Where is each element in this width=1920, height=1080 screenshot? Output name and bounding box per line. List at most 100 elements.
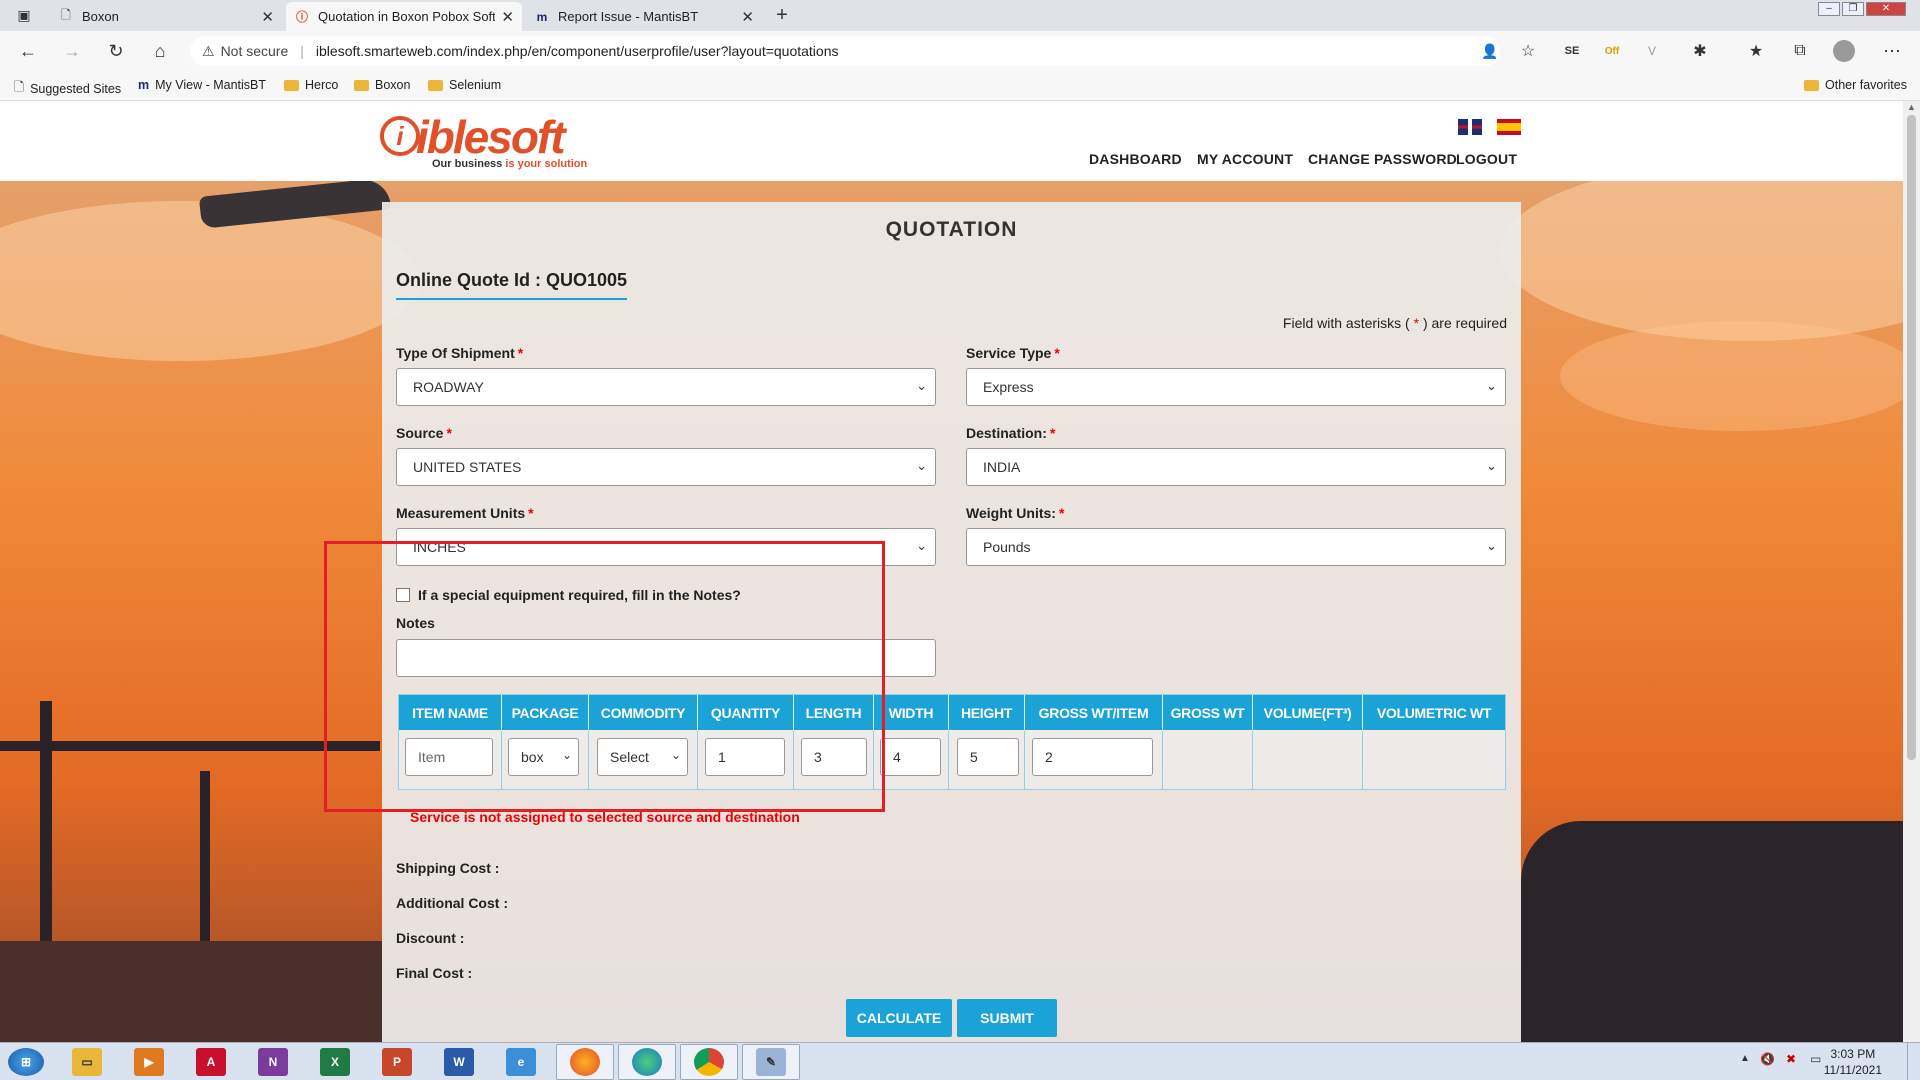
final-cost-label: Final Cost :: [396, 965, 473, 981]
media-player-icon[interactable]: ▶: [134, 1048, 164, 1076]
address-field[interactable]: ⚠ Not secure | iblesoft.smarteweb.com/in…: [190, 36, 1500, 66]
home-icon[interactable]: ⌂: [148, 39, 172, 63]
folder-icon: [284, 79, 299, 91]
page-viewport: i iblesoft Our business is your solution…: [0, 101, 1903, 1042]
minimize-window-button[interactable]: –: [1818, 2, 1840, 16]
bookmark-selenium[interactable]: Selenium: [428, 78, 501, 92]
source-select[interactable]: UNITED STATES ⌄: [396, 448, 936, 486]
extension-off-icon[interactable]: Off: [1600, 39, 1624, 63]
paint-icon[interactable]: ✎: [756, 1048, 786, 1076]
notes-input[interactable]: [396, 639, 936, 677]
uk-flag-icon[interactable]: [1458, 119, 1482, 135]
close-icon[interactable]: ✕: [261, 8, 274, 26]
menu-logout[interactable]: LOGOUT: [1456, 151, 1517, 167]
excel-icon[interactable]: X: [320, 1048, 350, 1076]
forward-arrow-icon[interactable]: →: [60, 39, 84, 63]
scrollbar-thumb[interactable]: [1907, 115, 1916, 760]
service-type-select[interactable]: Express ⌄: [966, 368, 1506, 406]
menu-my-account[interactable]: MY ACCOUNT: [1197, 151, 1293, 167]
monitor-icon[interactable]: ▭: [1810, 1052, 1821, 1066]
height-input[interactable]: 5: [957, 738, 1019, 776]
close-window-button[interactable]: ✕: [1866, 2, 1906, 16]
bookmark-suggested-sites[interactable]: 🗋 Suggested Sites: [14, 78, 121, 99]
quantity-input[interactable]: 1: [705, 738, 785, 776]
network-icon[interactable]: ✖: [1786, 1052, 1796, 1066]
tab-mantis[interactable]: m Report Issue - MantisBT ✕: [526, 2, 762, 31]
cell-item-name: Item: [399, 730, 502, 789]
folder-icon: [1804, 79, 1819, 91]
submit-button[interactable]: SUBMIT: [957, 999, 1057, 1037]
extensions-puzzle-icon[interactable]: ✱: [1688, 39, 1712, 63]
commodity-select[interactable]: Select ⌄: [597, 738, 688, 776]
cell-volume: [1253, 730, 1363, 789]
chrome-icon[interactable]: [694, 1048, 724, 1076]
weight-units-select[interactable]: Pounds ⌄: [966, 528, 1506, 566]
cell-length: 3: [794, 730, 874, 789]
powerpoint-icon[interactable]: P: [382, 1048, 412, 1076]
favorites-icon[interactable]: ★: [1744, 39, 1768, 63]
system-clock[interactable]: 3:03 PM 11/11/2021: [1824, 1046, 1882, 1078]
bookmark-other-favorites[interactable]: Other favorites: [1804, 78, 1907, 92]
package-select[interactable]: box ⌄: [508, 738, 579, 776]
close-icon[interactable]: ✕: [741, 8, 754, 26]
add-favorite-icon[interactable]: ☆: [1516, 39, 1540, 63]
close-icon[interactable]: ✕: [501, 8, 514, 26]
required-note: Field with asterisks ( * ) are required: [1282, 315, 1507, 331]
iblesoft-logo[interactable]: i iblesoft Our business is your solution: [380, 111, 590, 172]
chevron-down-icon: ⌄: [916, 458, 927, 473]
item-name-input[interactable]: Item: [405, 738, 493, 776]
internet-explorer-icon[interactable]: e: [506, 1048, 536, 1076]
back-arrow-icon[interactable]: ←: [16, 39, 40, 63]
chevron-down-icon: ⌄: [1486, 538, 1497, 553]
extension-se-icon[interactable]: SE: [1560, 39, 1584, 63]
quotation-form: QUOTATION Online Quote Id : QUO1005 Fiel…: [382, 202, 1521, 1042]
tab-actions-icon[interactable]: ▣: [12, 3, 36, 27]
show-desktop-button[interactable]: [1907, 1043, 1920, 1080]
bookmark-herco[interactable]: Herco: [284, 78, 338, 92]
refresh-icon[interactable]: ↻: [104, 39, 128, 63]
cell-package: box ⌄: [502, 730, 589, 789]
special-equipment-checkbox[interactable]: [396, 588, 410, 602]
word-icon[interactable]: W: [444, 1048, 474, 1076]
error-message: Service is not assigned to selected sour…: [410, 809, 800, 825]
start-button-icon[interactable]: ⊞: [8, 1048, 44, 1076]
extension-v-icon[interactable]: V: [1640, 39, 1664, 63]
onenote-icon[interactable]: N: [258, 1048, 288, 1076]
tray-chevron-icon[interactable]: ▲: [1740, 1053, 1750, 1064]
bookmark-boxon[interactable]: Boxon: [354, 78, 410, 92]
measurement-units-select[interactable]: INCHES ⌄: [396, 528, 936, 566]
menu-change-password[interactable]: CHANGE PASSWORD: [1308, 151, 1457, 167]
menu-dashboard[interactable]: DASHBOARD: [1089, 151, 1182, 167]
address-toolbar: ← → ↻ ⌂ ⚠ Not secure | iblesoft.smartewe…: [0, 31, 1920, 71]
header-width: WIDTH: [874, 695, 949, 730]
collections-icon[interactable]: ⧉: [1788, 39, 1812, 63]
source-label: Source *: [396, 425, 452, 441]
gross-wt-item-input[interactable]: 2: [1032, 738, 1153, 776]
width-input[interactable]: 4: [880, 738, 941, 776]
calculate-button[interactable]: CALCULATE: [846, 999, 952, 1037]
header-volumetric-wt: VOLUMETRIC WT: [1363, 695, 1505, 730]
profile-icon[interactable]: 👤: [1478, 39, 1502, 63]
volume-muted-icon[interactable]: 🔇: [1760, 1052, 1775, 1066]
restore-window-button[interactable]: ❐: [1842, 2, 1864, 16]
length-input[interactable]: 3: [801, 738, 867, 776]
measurement-units-label: Measurement Units *: [396, 505, 534, 521]
avatar[interactable]: [1832, 39, 1856, 63]
header-height: HEIGHT: [949, 695, 1025, 730]
mantis-icon: m: [138, 78, 150, 92]
edge-icon[interactable]: [632, 1048, 662, 1076]
scroll-up-icon[interactable]: ▲: [1907, 102, 1916, 112]
new-tab-plus-icon[interactable]: +: [770, 3, 794, 27]
spain-flag-icon[interactable]: [1497, 119, 1521, 135]
file-explorer-icon[interactable]: ▭: [72, 1048, 102, 1076]
quote-id: Online Quote Id : QUO1005: [396, 270, 628, 300]
shipment-type-select[interactable]: ROADWAY ⌄: [396, 368, 936, 406]
more-menu-icon[interactable]: ⋯: [1880, 39, 1904, 63]
bookmark-mantis[interactable]: m My View - MantisBT: [138, 78, 266, 92]
page-scrollbar[interactable]: ▲: [1903, 101, 1920, 1042]
tab-quotation[interactable]: ⓘ Quotation in Boxon Pobox Softw ✕: [286, 2, 522, 31]
acrobat-icon[interactable]: A: [196, 1048, 226, 1076]
firefox-icon[interactable]: [570, 1048, 600, 1076]
tab-boxon[interactable]: 🗋 Boxon ✕: [50, 2, 282, 31]
destination-select[interactable]: INDIA ⌄: [966, 448, 1506, 486]
